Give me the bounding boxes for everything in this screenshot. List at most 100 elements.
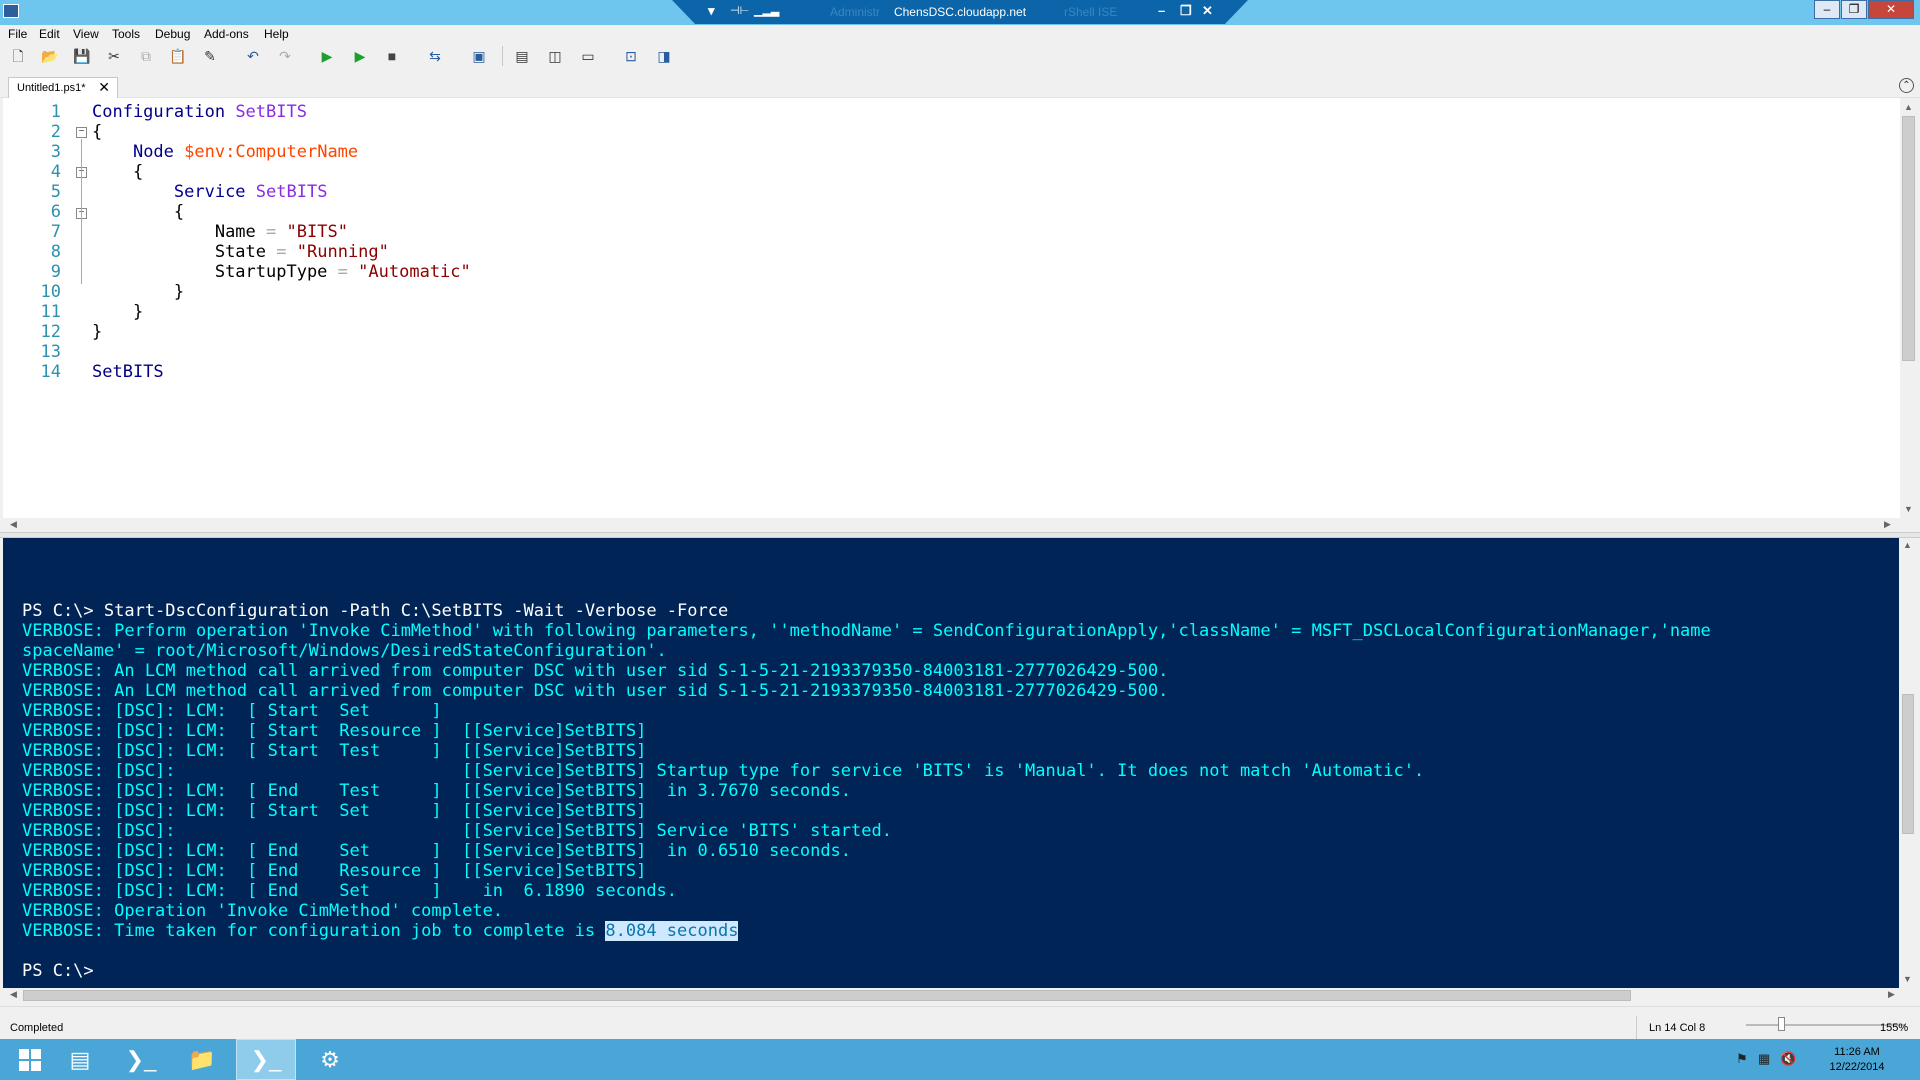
script-editor[interactable]: − − − 1 2 3 4 5 6 7 8 9 10 11 12 13 14 C… xyxy=(3,98,1917,533)
code-line: SetBITS xyxy=(92,362,164,382)
console-prompt[interactable]: PS C:\> xyxy=(22,961,94,981)
restore-button[interactable]: ❐ xyxy=(1841,0,1867,19)
new-remote-tab-icon[interactable]: ⇆ xyxy=(425,46,445,66)
scroll-right-icon[interactable]: ▶ xyxy=(1879,519,1896,530)
system-tray: ⚑ ▦ 🔇 11:26 AM 12/22/2014 xyxy=(1720,1039,1920,1080)
code-line: State = "Running" xyxy=(92,242,389,262)
clock[interactable]: 11:26 AM 12/22/2014 xyxy=(1822,1045,1892,1075)
redo-icon[interactable]: ↷ xyxy=(275,46,295,66)
minimize-button[interactable]: – xyxy=(1814,0,1840,19)
menu-help[interactable]: Help xyxy=(264,27,289,41)
code-line: } xyxy=(92,322,102,342)
scrollbar-thumb[interactable] xyxy=(1902,694,1914,834)
start-powershell-icon[interactable]: ▣ xyxy=(469,46,489,66)
windows-logo-icon xyxy=(19,1048,41,1071)
command-token: SetBITS xyxy=(92,362,164,382)
menu-debug[interactable]: Debug xyxy=(155,27,190,41)
brace-token: { xyxy=(132,162,144,182)
copy-icon[interactable]: ⧉ xyxy=(136,46,156,66)
console-horizontal-scrollbar[interactable]: ◀ ▶ xyxy=(3,988,1917,1004)
keyword-token: Configuration xyxy=(92,102,226,122)
line-number: 8 xyxy=(50,242,61,262)
menu-view[interactable]: View xyxy=(73,27,99,41)
operator-token: = xyxy=(266,222,277,242)
run-selection-icon[interactable]: ▶ xyxy=(350,46,370,66)
editor-vertical-scrollbar[interactable]: ▲ ▼ xyxy=(1900,98,1917,518)
verbose-line: VERBOSE: Perform operation 'Invoke CimMe… xyxy=(22,621,1711,641)
tab-untitled1[interactable]: Untitled1.ps1* ✕ xyxy=(8,77,118,98)
scrollbar-thumb[interactable] xyxy=(1902,116,1915,361)
property-token: State xyxy=(214,242,267,262)
fold-toggle-icon[interactable]: − xyxy=(76,127,87,138)
editor-horizontal-scrollbar[interactable]: ◀ ▶ xyxy=(3,518,1917,533)
scroll-right-icon[interactable]: ▶ xyxy=(1883,989,1900,1000)
save-icon[interactable]: 💾 xyxy=(72,46,92,66)
action-center-icon[interactable]: ⚑ xyxy=(1736,1051,1748,1067)
scroll-up-icon[interactable]: ▲ xyxy=(1900,102,1917,112)
scroll-down-icon[interactable]: ▼ xyxy=(1900,504,1917,514)
run-script-icon[interactable]: ▶ xyxy=(317,46,337,66)
rdp-minimize-button[interactable]: – xyxy=(1158,3,1165,18)
menu-tools[interactable]: Tools xyxy=(112,27,140,41)
line-number: 3 xyxy=(50,142,61,162)
code-line: Name = "BITS" xyxy=(92,222,348,242)
code-line: Configuration SetBITS xyxy=(92,102,307,122)
scroll-up-icon[interactable]: ▲ xyxy=(1899,540,1916,550)
scrollbar-thumb[interactable] xyxy=(23,990,1631,1001)
brace-token: { xyxy=(92,122,103,142)
rdp-restore-button[interactable]: ❐ xyxy=(1180,3,1192,19)
new-file-icon[interactable]: 🗋 xyxy=(8,46,28,66)
fold-guide xyxy=(81,139,82,284)
verbose-line: VERBOSE: [DSC]: [[Service]SetBITS] Start… xyxy=(22,761,1425,781)
line-number: 10 xyxy=(40,282,61,302)
script-pane-top-icon[interactable]: ▤ xyxy=(512,46,532,66)
server-manager-icon[interactable]: ▤ xyxy=(50,1039,110,1080)
console-pane[interactable]: PS C:\> Start-DscConfiguration -Path C:\… xyxy=(3,538,1899,989)
scroll-left-icon[interactable]: ◀ xyxy=(5,989,22,1000)
keyword-token: Service xyxy=(173,182,246,202)
menu-edit[interactable]: Edit xyxy=(39,27,60,41)
line-number: 7 xyxy=(50,222,61,242)
menu-file[interactable]: File xyxy=(8,27,27,41)
tab-close-icon[interactable]: ✕ xyxy=(98,79,110,96)
volume-icon[interactable]: 🔇 xyxy=(1780,1051,1796,1067)
verbose-time-prefix: VERBOSE: Time taken for configuration jo… xyxy=(22,921,606,941)
script-pane-maximized-icon[interactable]: ▭ xyxy=(578,46,598,66)
clear-console-icon[interactable]: ✎ xyxy=(200,46,220,66)
console-vertical-scrollbar[interactable]: ▲ ▼ xyxy=(1899,538,1917,989)
console-command-line: PS C:\> Start-DscConfiguration -Path C:\… xyxy=(22,601,729,621)
scroll-down-icon[interactable]: ▼ xyxy=(1899,974,1916,984)
toolbar-separator xyxy=(502,46,503,66)
cut-icon[interactable]: ✂ xyxy=(104,46,124,66)
settings-gear-icon[interactable]: ⚙ xyxy=(300,1039,360,1080)
collapse-script-pane-icon[interactable]: ⌃ xyxy=(1899,78,1914,93)
verbose-line-time-taken: VERBOSE: Time taken for configuration jo… xyxy=(22,921,739,941)
menu-bar: File Edit View Tools Debug Add-ons Help xyxy=(0,25,1920,43)
open-folder-icon[interactable]: 📂 xyxy=(40,46,60,66)
menu-addons[interactable]: Add-ons xyxy=(204,27,249,41)
paste-icon[interactable]: 📋 xyxy=(168,46,188,66)
tab-label: Untitled1.ps1* xyxy=(17,82,86,94)
brace-token: } xyxy=(132,302,144,322)
show-command-window-icon[interactable]: ⊡ xyxy=(621,46,641,66)
script-pane-right-icon[interactable]: ◫ xyxy=(545,46,565,66)
verbose-line: VERBOSE: Operation 'Invoke CimMethod' co… xyxy=(22,901,504,921)
network-icon[interactable]: ▦ xyxy=(1758,1051,1770,1067)
rdp-close-button[interactable]: ✕ xyxy=(1202,3,1213,19)
verbose-line: VERBOSE: [DSC]: LCM: [ End Set ] in 6.18… xyxy=(22,881,678,901)
stop-icon[interactable]: ■ xyxy=(382,46,402,66)
clock-time: 11:26 AM xyxy=(1834,1046,1880,1058)
status-text: Completed xyxy=(10,1022,64,1034)
file-explorer-icon[interactable]: 📁 xyxy=(172,1039,232,1080)
scroll-left-icon[interactable]: ◀ xyxy=(5,519,22,530)
verbose-line: VERBOSE: [DSC]: LCM: [ End Test ] [[Serv… xyxy=(22,781,852,801)
powershell-taskbar-icon[interactable]: ❯_ xyxy=(111,1039,171,1080)
remote-desktop-connection-bar: Administr rShell ISE ▾ ⊣⊢ ▁▂▃ ChensDSC.c… xyxy=(672,0,1248,24)
zoom-slider-thumb[interactable] xyxy=(1778,1017,1785,1031)
undo-icon[interactable]: ↶ xyxy=(243,46,263,66)
identifier-token: SetBITS xyxy=(235,102,307,122)
show-command-addon-icon[interactable]: ◨ xyxy=(654,46,674,66)
close-button[interactable]: ✕ xyxy=(1868,0,1914,19)
powershell-ise-taskbar-icon[interactable]: ❯_ xyxy=(236,1039,296,1080)
verbose-line: VERBOSE: [DSC]: LCM: [ Start Set ] [[Ser… xyxy=(22,801,647,821)
